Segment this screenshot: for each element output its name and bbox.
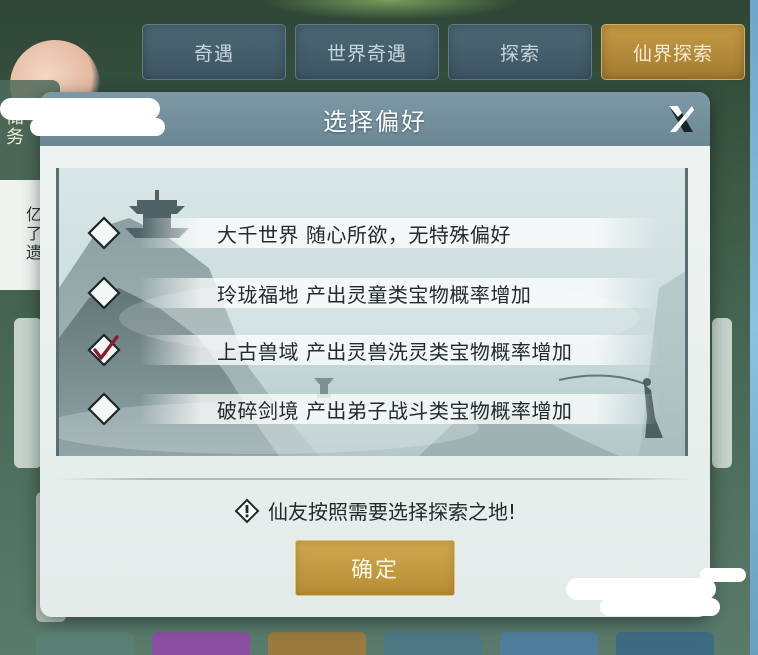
divider	[56, 478, 694, 480]
preference-option-row[interactable]: 大千世界 随心所欲，无特殊偏好	[59, 208, 685, 258]
top-tab-bar: 奇遇 世界奇遇 探索 仙界探索	[142, 24, 745, 80]
option-label: 玲珑福地 产出灵童类宝物概率增加	[217, 283, 532, 307]
option-label: 上古兽域 产出灵兽洗灵类宝物概率增加	[217, 340, 573, 364]
option-label: 大千世界 随心所欲，无特殊偏好	[217, 223, 511, 247]
cloud-decoration	[700, 568, 746, 582]
tab-immortal-explore[interactable]: 仙界探索	[601, 24, 745, 80]
background-panel	[14, 318, 42, 468]
background-item	[36, 632, 134, 655]
background-panel	[712, 318, 732, 468]
foliage-decoration	[260, 0, 520, 20]
checkbox-diamond-icon[interactable]	[87, 276, 121, 310]
hint-text: 仙友按照需要选择探索之地!	[267, 500, 517, 524]
cloud-decoration	[600, 598, 720, 616]
background-right-strip	[750, 0, 758, 655]
checkbox-diamond-icon[interactable]	[87, 216, 121, 250]
tab-explore[interactable]: 探索	[448, 24, 592, 80]
cloud-decoration	[0, 98, 160, 120]
cloud-decoration	[566, 578, 716, 600]
background-item	[616, 632, 714, 655]
preference-dialog: 选择偏好 大千世界 随心所欲，无特殊偏好 玲珑福地 产出灵童类宝物概率增加 上古…	[40, 92, 710, 617]
background-item	[268, 632, 366, 655]
tab-world-qiyu[interactable]: 世界奇遇	[295, 24, 439, 80]
background-item-row	[36, 632, 714, 655]
checkbox-diamond-icon[interactable]	[87, 392, 121, 426]
close-button[interactable]	[662, 100, 700, 138]
warning-diamond-icon	[234, 498, 260, 523]
preference-options-panel: 大千世界 随心所欲，无特殊偏好 玲珑福地 产出灵童类宝物概率增加 上古兽域 产出…	[56, 168, 688, 456]
cloud-decoration	[30, 118, 165, 136]
background-item	[152, 632, 250, 655]
option-label: 破碎剑境 产出弟子战斗类宝物概率增加	[217, 399, 573, 423]
tab-qiyu[interactable]: 奇遇	[142, 24, 286, 80]
background-item	[500, 632, 598, 655]
background-item	[384, 632, 482, 655]
confirm-button[interactable]: 确定	[295, 540, 455, 596]
close-x-icon	[669, 106, 694, 132]
checked-checkbox-icon[interactable]	[87, 333, 121, 367]
preference-option-row-selected[interactable]: 上古兽域 产出灵兽洗灵类宝物概率增加	[59, 325, 685, 375]
hint-message: 仙友按照需要选择探索之地!	[40, 496, 710, 525]
preference-option-row[interactable]: 玲珑福地 产出灵童类宝物概率增加	[59, 268, 685, 318]
preference-option-row[interactable]: 破碎剑境 产出弟子战斗类宝物概率增加	[59, 384, 685, 434]
